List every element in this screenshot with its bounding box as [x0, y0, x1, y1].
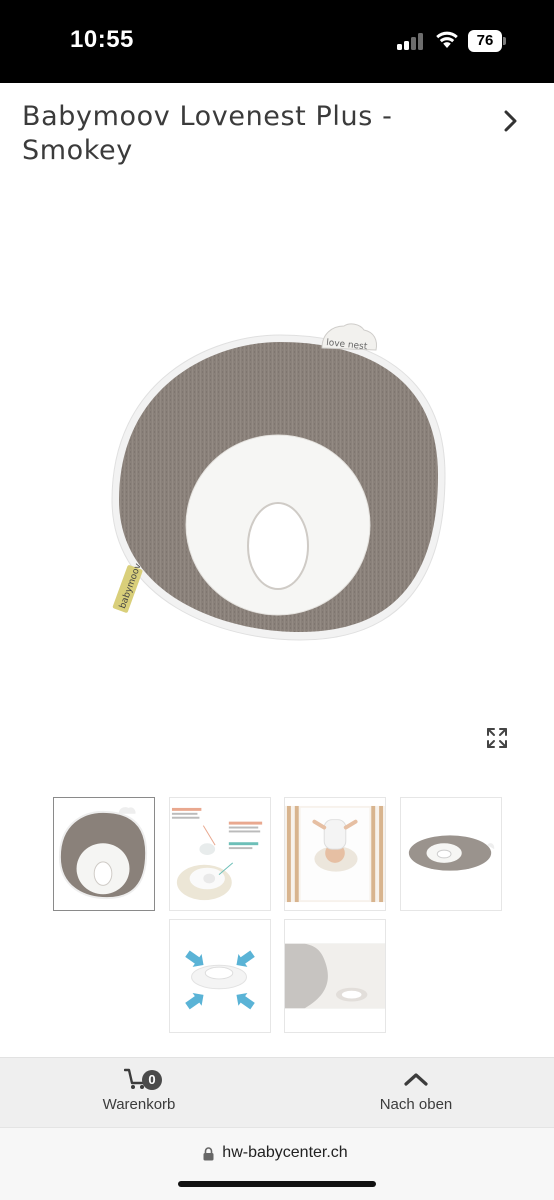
cart-button[interactable]: 0 Warenkorb: [80, 1058, 198, 1128]
battery-icon: 76: [468, 30, 506, 52]
thumb-pillow-top-view[interactable]: [53, 797, 155, 911]
signal-icon: [397, 32, 425, 50]
browser-url-bar[interactable]: hw-babycenter.ch: [0, 1127, 554, 1200]
scroll-top-label: Nach oben: [379, 1096, 453, 1113]
cart-label: Warenkorb: [102, 1096, 176, 1113]
bottom-toolbar: 0 Warenkorb Nach oben: [0, 1057, 554, 1127]
product-main-image[interactable]: love nest babymoov: [100, 310, 460, 655]
label-tag: love nest: [321, 323, 377, 352]
expand-icon[interactable]: [485, 726, 509, 750]
wifi-icon: [436, 31, 458, 48]
battery-level: 76: [468, 30, 502, 52]
brand-tag: babymoov: [112, 562, 144, 613]
status-time: 10:55: [70, 26, 134, 53]
chevron-up-icon: [404, 1073, 428, 1086]
cart-count-badge: 0: [142, 1070, 162, 1090]
chevron-right-icon[interactable]: [500, 108, 522, 134]
url-text: hw-babycenter.ch: [222, 1144, 348, 1161]
thumb-airflow-diagram[interactable]: [169, 919, 271, 1033]
thumb-feature-diagram[interactable]: [169, 797, 271, 911]
scroll-top-button[interactable]: Nach oben: [360, 1058, 472, 1128]
home-indicator[interactable]: [178, 1181, 376, 1187]
thumb-pillow-side-view[interactable]: [400, 797, 502, 911]
thumb-baby-in-crib[interactable]: [284, 797, 386, 911]
page-title: Babymoov Lovenest Plus - Smokey: [22, 101, 393, 166]
status-bar: 10:55 76: [0, 0, 554, 83]
thumb-pillow-closeup[interactable]: [284, 919, 386, 1033]
